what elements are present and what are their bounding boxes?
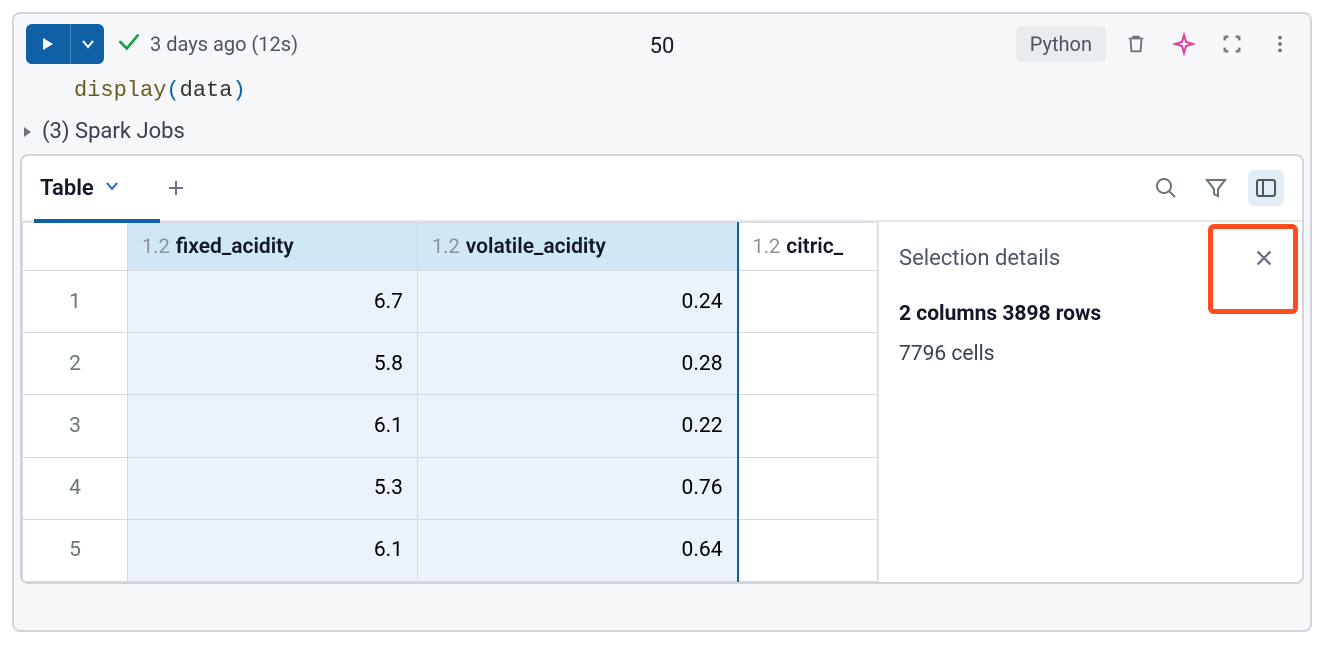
cell[interactable]: 6.1 (128, 395, 418, 457)
table-row[interactable]: 2 5.8 0.28 (23, 333, 878, 395)
delete-button[interactable] (1118, 26, 1154, 62)
cell-toolbar: 3 days ago (12s) 50 Python (14, 14, 1310, 74)
language-badge[interactable]: Python (1016, 26, 1106, 62)
status-text: 3 days ago (12s) (150, 32, 298, 56)
type-label: 1.2 (432, 234, 460, 258)
paren-close: ) (232, 78, 245, 103)
cell[interactable]: 0.24 (418, 271, 738, 333)
cell[interactable]: 5.8 (128, 333, 418, 395)
run-button-group (26, 24, 104, 64)
cell[interactable]: 6.1 (128, 519, 418, 581)
table-row[interactable]: 4 5.3 0.76 (23, 457, 878, 519)
cell[interactable]: 0.22 (418, 395, 738, 457)
cell[interactable] (738, 333, 878, 395)
row-number-header[interactable] (23, 223, 128, 271)
row-number: 1 (23, 271, 128, 333)
tabs-row: Table (22, 156, 1302, 222)
cell[interactable]: 0.64 (418, 519, 738, 581)
filter-button[interactable] (1198, 170, 1234, 206)
type-label: 1.2 (142, 234, 170, 258)
cell[interactable]: 5.3 (128, 457, 418, 519)
selection-cells: 7796 cells (899, 342, 1282, 366)
table-area: 1.2fixed_acidity 1.2volatile_acidity 1.2… (22, 222, 1302, 582)
search-button[interactable] (1148, 170, 1184, 206)
cell[interactable]: 0.76 (418, 457, 738, 519)
code-func: display (74, 78, 166, 103)
status-block: 3 days ago (12s) (116, 29, 298, 59)
column-header[interactable]: 1.2fixed_acidity (128, 223, 418, 271)
run-menu-button[interactable] (70, 24, 104, 64)
spark-jobs-label: (3) Spark Jobs (42, 119, 185, 144)
selection-title: Selection details (899, 246, 1060, 271)
column-header[interactable]: 1.2volatile_acidity (418, 223, 738, 271)
selection-panel: Selection details 2 columns 3898 rows 77… (878, 222, 1302, 582)
expand-button[interactable] (1214, 26, 1250, 62)
run-button[interactable] (26, 24, 70, 64)
table-row[interactable]: 1 6.7 0.24 (23, 271, 878, 333)
code-line[interactable]: display(data) (14, 74, 1310, 113)
add-tab-button[interactable] (158, 170, 194, 206)
spark-jobs-toggle[interactable]: (3) Spark Jobs (14, 113, 1310, 154)
row-number: 3 (23, 395, 128, 457)
chevron-down-icon (104, 178, 120, 198)
selection-summary: 2 columns 3898 rows (899, 302, 1282, 326)
tab-table[interactable]: Table (40, 155, 120, 221)
cell[interactable]: 0.28 (418, 333, 738, 395)
assistant-button[interactable] (1166, 26, 1202, 62)
side-panel-button[interactable] (1248, 170, 1284, 206)
row-number: 4 (23, 457, 128, 519)
paren-open: ( (166, 78, 179, 103)
cell-number: 50 (650, 34, 675, 59)
row-number: 2 (23, 333, 128, 395)
data-table: 1.2fixed_acidity 1.2volatile_acidity 1.2… (22, 222, 878, 582)
close-button[interactable] (1246, 240, 1282, 276)
triangle-right-icon (20, 125, 34, 139)
check-icon (116, 29, 142, 59)
cell[interactable] (738, 519, 878, 581)
tab-label: Table (40, 176, 94, 201)
cell[interactable]: 6.7 (128, 271, 418, 333)
type-label: 1.2 (753, 234, 781, 258)
code-var: data (180, 78, 233, 103)
table-row[interactable]: 3 6.1 0.22 (23, 395, 878, 457)
column-name: citric_ (786, 235, 843, 259)
row-number: 5 (23, 519, 128, 581)
column-name: fixed_acidity (176, 235, 294, 259)
cell[interactable] (738, 395, 878, 457)
cell[interactable] (738, 457, 878, 519)
column-header[interactable]: 1.2citric_ (738, 223, 878, 271)
more-button[interactable] (1262, 26, 1298, 62)
results-panel: Table (20, 154, 1304, 584)
table-row[interactable]: 5 6.1 0.64 (23, 519, 878, 581)
column-name: volatile_acidity (466, 235, 606, 259)
cell[interactable] (738, 271, 878, 333)
